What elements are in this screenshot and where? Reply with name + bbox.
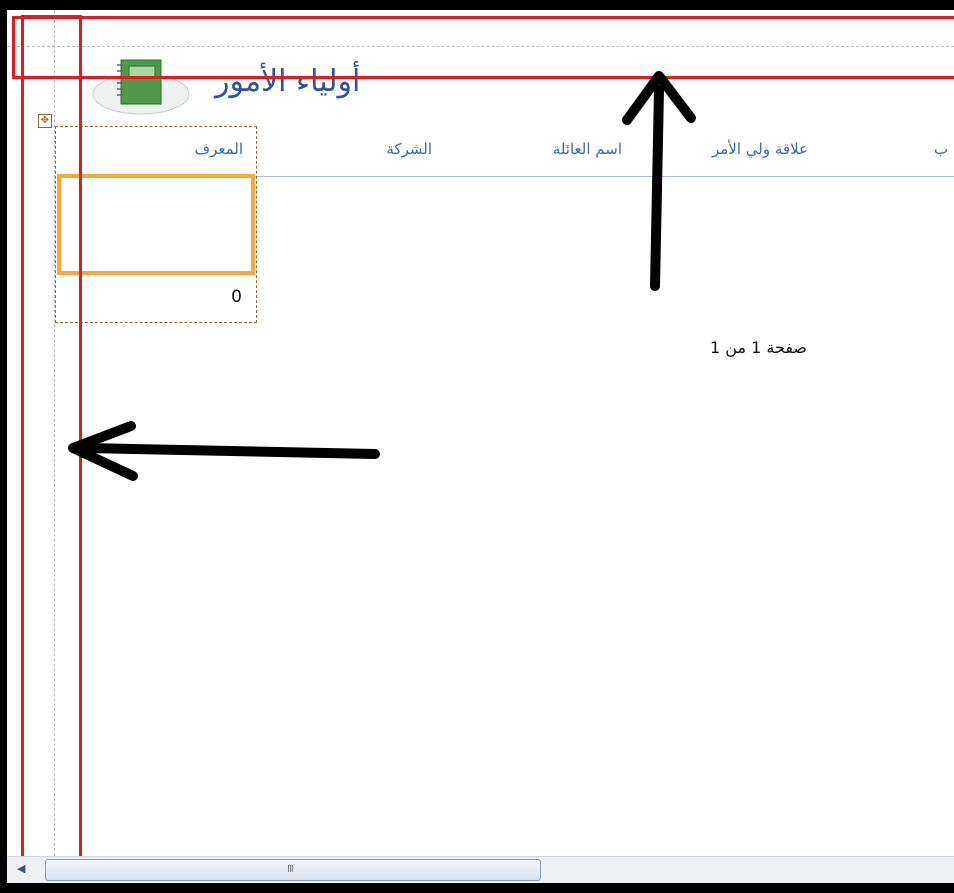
- horizontal-scrollbar[interactable]: ◀ III: [7, 856, 954, 883]
- arrow-up-icon: [622, 71, 696, 291]
- arrow-left-icon: [68, 421, 380, 481]
- scroll-left-arrow-icon[interactable]: ◀: [17, 862, 25, 875]
- report-design-canvas: أولياء الأمور ✥ المعرف الشركة اسم العائل…: [7, 10, 954, 862]
- scrollbar-thumb[interactable]: III: [45, 859, 541, 881]
- annotation-arrows: [68, 71, 696, 481]
- scroll-grip-icon: III: [287, 864, 294, 875]
